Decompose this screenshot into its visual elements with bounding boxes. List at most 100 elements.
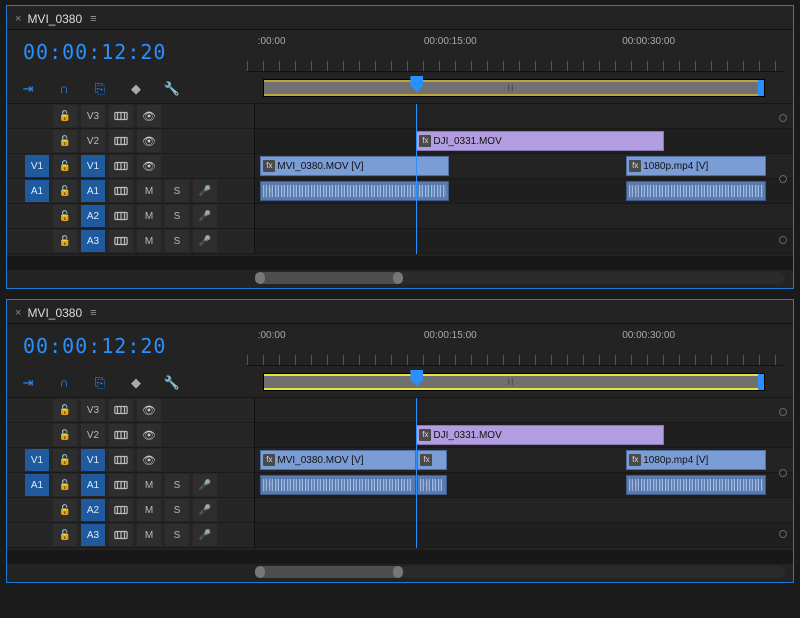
source-patch-v1[interactable]: V1 xyxy=(25,449,49,471)
lock-icon[interactable] xyxy=(53,130,77,152)
track-header-a1[interactable]: A1 A1 M S xyxy=(7,179,254,204)
clip-audio-1080p[interactable]: fx xyxy=(626,181,766,201)
track-header-v2[interactable]: V2 xyxy=(7,423,254,448)
track-target-a3[interactable]: A3 xyxy=(81,230,105,252)
track-a3[interactable] xyxy=(255,229,793,254)
insert-overwrite-icon[interactable]: ⇥ xyxy=(19,374,37,392)
toggle-output-icon[interactable] xyxy=(137,105,161,127)
track-a2[interactable] xyxy=(255,498,793,523)
clip-dji[interactable]: fx DJI_0331.MOV xyxy=(416,131,663,151)
source-patch-a1[interactable]: A1 xyxy=(25,474,49,496)
lock-icon[interactable] xyxy=(53,499,77,521)
clip-1080p[interactable]: fx 1080p.mp4 [V] xyxy=(626,156,766,176)
track-v2[interactable]: fx DJI_0331.MOV xyxy=(255,423,793,448)
work-area-range[interactable]: II xyxy=(264,80,758,96)
sync-lock-icon[interactable] xyxy=(109,524,133,546)
playhead-timecode[interactable]: 00:00:12:20 xyxy=(17,40,247,64)
time-ruler[interactable]: :00:00 00:00:15:00 00:00:30:00 xyxy=(247,32,783,72)
track-target-a2[interactable]: A2 xyxy=(81,205,105,227)
track-target-v3[interactable]: V3 xyxy=(81,105,105,127)
zoom-slider[interactable] xyxy=(255,272,785,284)
toggle-output-icon[interactable] xyxy=(137,424,161,446)
mute-button[interactable]: M xyxy=(137,205,161,227)
work-area-handle[interactable] xyxy=(758,374,764,390)
zoom-thumb[interactable] xyxy=(255,566,403,578)
zoom-thumb[interactable] xyxy=(255,272,403,284)
horizontal-scrollbar[interactable] xyxy=(7,256,793,270)
track-target-v1[interactable]: V1 xyxy=(81,449,105,471)
mute-button[interactable]: M xyxy=(137,499,161,521)
voiceover-mic-icon[interactable] xyxy=(193,499,217,521)
track-scroll-dots[interactable] xyxy=(777,398,789,548)
sync-lock-icon[interactable] xyxy=(109,180,133,202)
track-target-a1[interactable]: A1 xyxy=(81,180,105,202)
track-header-a3[interactable]: A3 M S xyxy=(7,523,254,548)
toggle-output-icon[interactable] xyxy=(137,130,161,152)
close-icon[interactable]: × xyxy=(15,307,21,319)
mute-button[interactable]: M xyxy=(137,230,161,252)
lock-icon[interactable] xyxy=(53,449,77,471)
mute-button[interactable]: M xyxy=(137,474,161,496)
snap-icon[interactable]: ∩ xyxy=(55,80,73,98)
track-header-v3[interactable]: V3 xyxy=(7,104,254,129)
track-header-v2[interactable]: V2 xyxy=(7,129,254,154)
playhead-timecode[interactable]: 00:00:12:20 xyxy=(17,334,247,358)
track-a1[interactable]: fx fx xyxy=(255,179,793,204)
sync-lock-icon[interactable] xyxy=(109,449,133,471)
clip-mvi[interactable]: fx MVI_0380.MOV [V] xyxy=(260,156,448,176)
linked-selection-icon[interactable]: ⎘ xyxy=(91,374,109,392)
source-patch-a1[interactable]: A1 xyxy=(25,180,49,202)
track-a3[interactable] xyxy=(255,523,793,548)
sequence-tab[interactable]: MVI_0380 xyxy=(27,12,82,26)
zoom-slider[interactable] xyxy=(255,566,785,578)
solo-button[interactable]: S xyxy=(165,180,189,202)
clip-audio-mvi[interactable]: fx xyxy=(260,181,448,201)
mute-button[interactable]: M xyxy=(137,524,161,546)
toggle-output-icon[interactable] xyxy=(137,155,161,177)
sync-lock-icon[interactable] xyxy=(109,130,133,152)
lock-icon[interactable] xyxy=(53,424,77,446)
track-v3[interactable] xyxy=(255,398,793,423)
mute-button[interactable]: M xyxy=(137,180,161,202)
track-header-v3[interactable]: V3 xyxy=(7,398,254,423)
sync-lock-icon[interactable] xyxy=(109,474,133,496)
voiceover-mic-icon[interactable] xyxy=(193,205,217,227)
sync-lock-icon[interactable] xyxy=(109,499,133,521)
work-area-range[interactable]: II xyxy=(264,374,758,390)
insert-overwrite-icon[interactable]: ⇥ xyxy=(19,80,37,98)
marker-icon[interactable]: ◆ xyxy=(127,374,145,392)
sync-lock-icon[interactable] xyxy=(109,105,133,127)
timeline-clip-area[interactable]: II fx DJI_0331.MOV fx MVI_0380.MOV [V] f… xyxy=(255,104,793,254)
track-target-v2[interactable]: V2 xyxy=(81,424,105,446)
clip-mvi-part2[interactable]: fx xyxy=(417,450,447,470)
track-header-a1[interactable]: A1 A1 M S xyxy=(7,473,254,498)
lock-icon[interactable] xyxy=(53,205,77,227)
playhead[interactable] xyxy=(416,398,417,548)
panel-menu-icon[interactable]: ≡ xyxy=(90,13,96,25)
solo-button[interactable]: S xyxy=(165,205,189,227)
clip-dji[interactable]: fx DJI_0331.MOV xyxy=(416,425,663,445)
marker-icon[interactable]: ◆ xyxy=(127,80,145,98)
voiceover-mic-icon[interactable] xyxy=(193,524,217,546)
lock-icon[interactable] xyxy=(53,230,77,252)
track-target-v2[interactable]: V2 xyxy=(81,130,105,152)
linked-selection-icon[interactable]: ⎘ xyxy=(91,80,109,98)
sync-lock-icon[interactable] xyxy=(109,155,133,177)
source-patch-v1[interactable]: V1 xyxy=(25,155,49,177)
time-ruler[interactable]: :00:00 00:00:15:00 00:00:30:00 xyxy=(247,326,783,366)
track-v2[interactable]: fx DJI_0331.MOV xyxy=(255,129,793,154)
clip-audio-1080p[interactable]: fx xyxy=(626,475,766,495)
voiceover-mic-icon[interactable] xyxy=(193,230,217,252)
track-target-v3[interactable]: V3 xyxy=(81,399,105,421)
work-area-bar[interactable]: II xyxy=(263,79,765,97)
track-v3[interactable] xyxy=(255,104,793,129)
settings-wrench-icon[interactable]: 🔧 xyxy=(163,80,181,98)
timeline-clip-area[interactable]: II fx DJI_0331.MOV fx MVI_0380.MOV [V] f… xyxy=(255,398,793,548)
sync-lock-icon[interactable] xyxy=(109,399,133,421)
track-header-a2[interactable]: A2 M S xyxy=(7,498,254,523)
work-area-handle[interactable] xyxy=(758,80,764,96)
track-target-a3[interactable]: A3 xyxy=(81,524,105,546)
track-header-a3[interactable]: A3 M S xyxy=(7,229,254,254)
lock-icon[interactable] xyxy=(53,474,77,496)
lock-icon[interactable] xyxy=(53,155,77,177)
